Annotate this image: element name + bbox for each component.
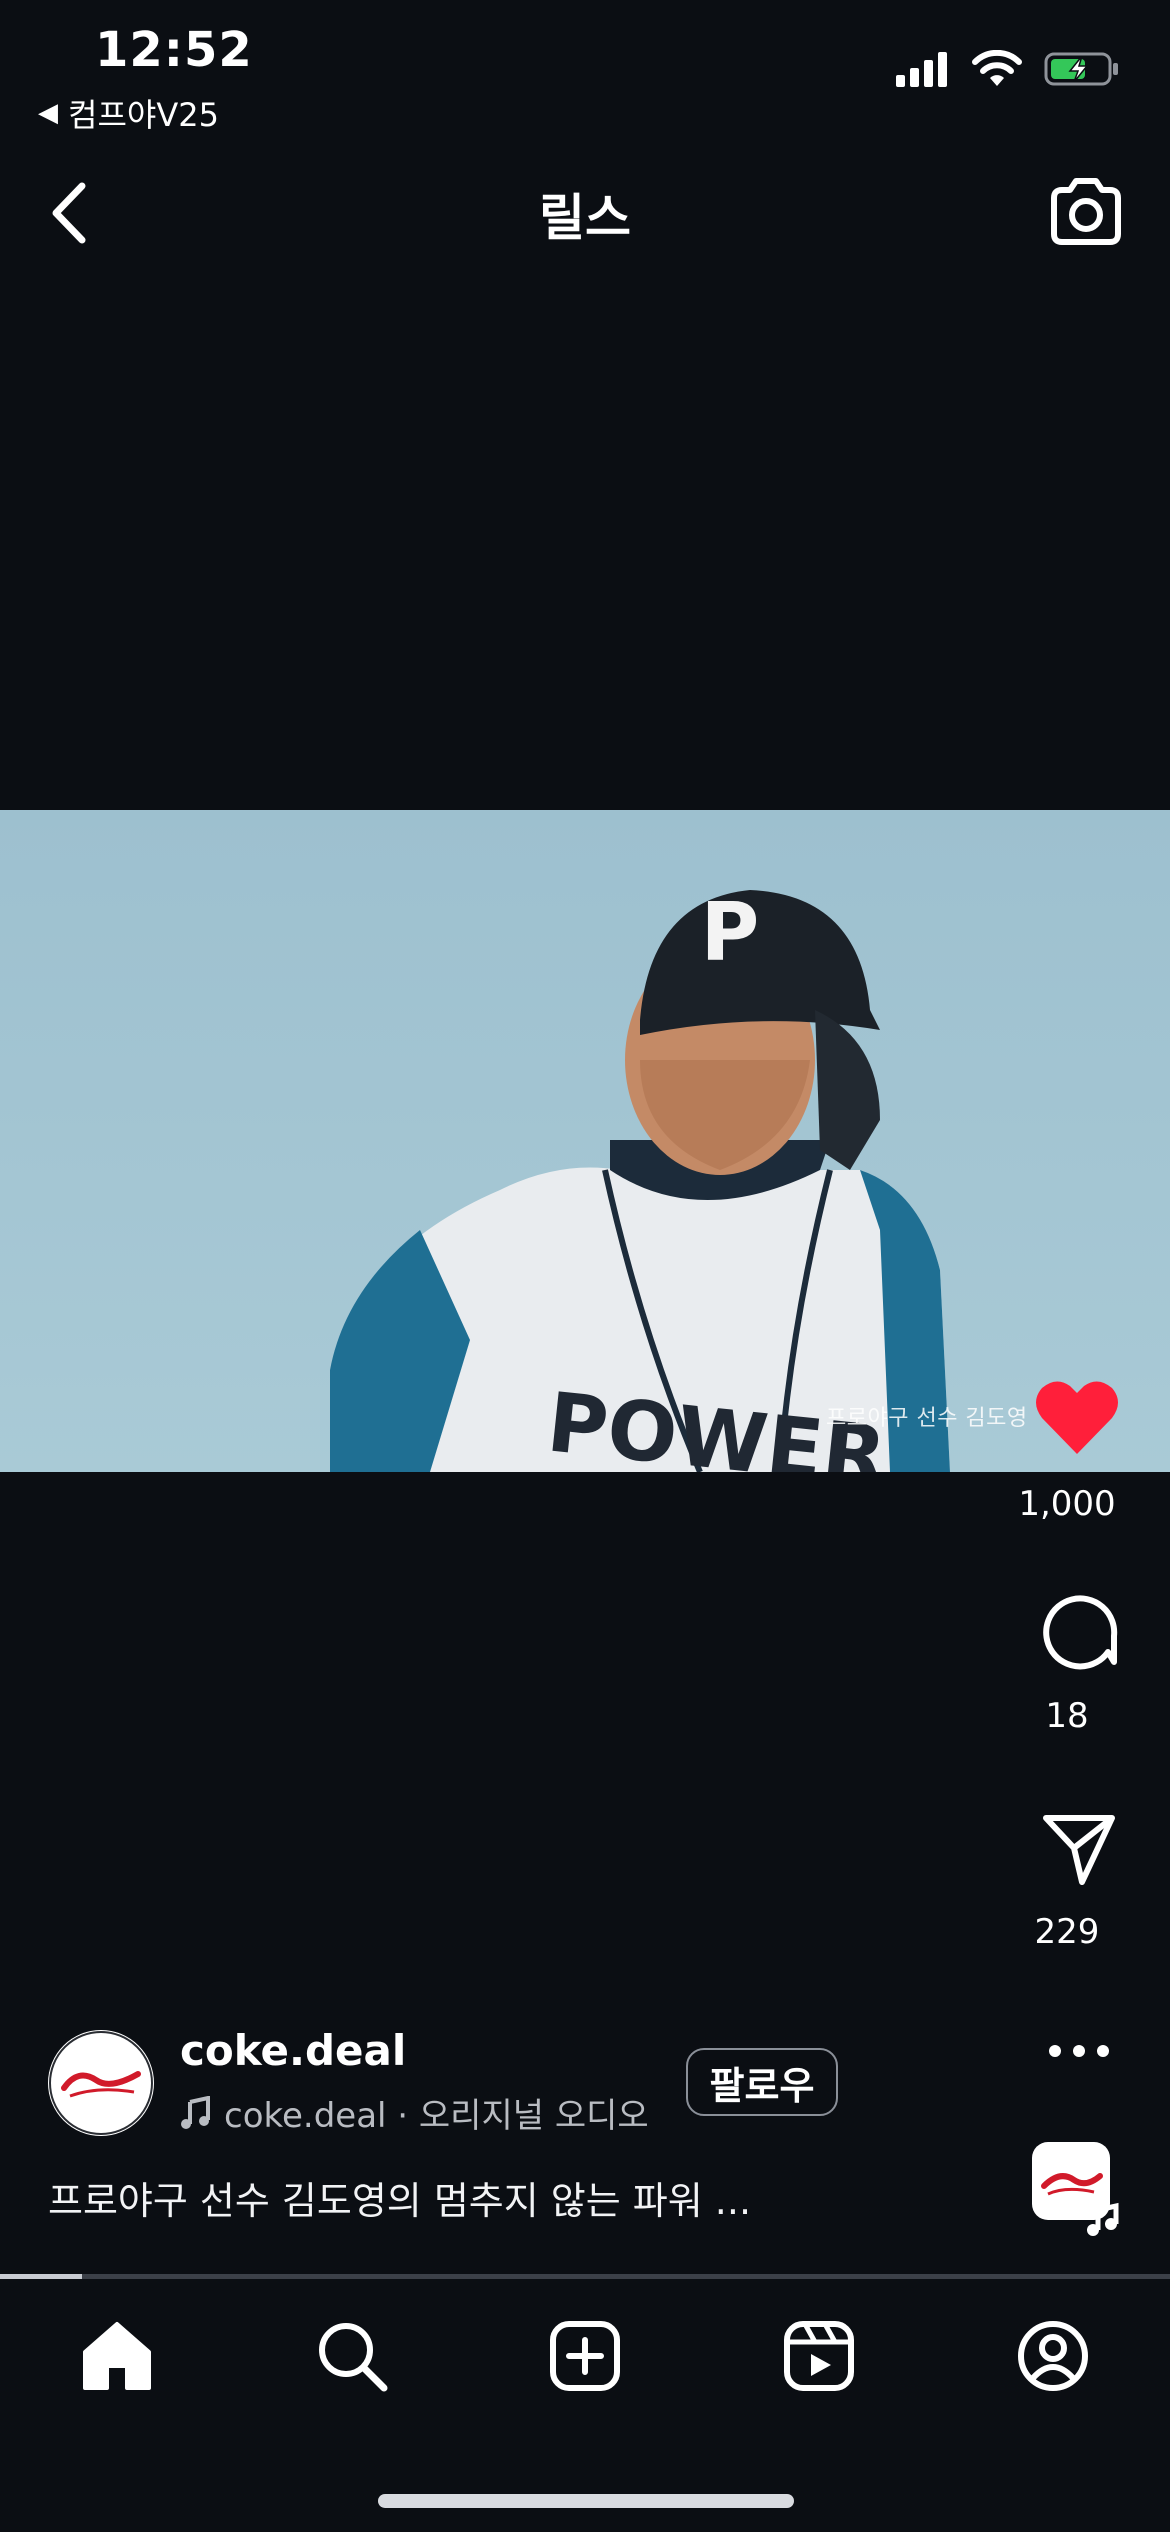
heart-filled-icon[interactable] [1034,1378,1120,1458]
reel-video[interactable]: P POWER [0,810,1170,1472]
create-post-icon[interactable] [545,2316,625,2396]
coke-logo-avatar-icon [49,2031,153,2135]
more-options-icon[interactable] [1044,2040,1114,2062]
profile-icon[interactable] [1013,2316,1093,2396]
music-note-icon [181,2095,210,2129]
comment-icon[interactable] [1040,1592,1118,1670]
follow-button[interactable]: 팔로우 [686,2048,838,2116]
signal-icon [896,52,947,87]
audio-thumbnail[interactable] [1030,2140,1126,2236]
likes-count: 1,000 [1018,1484,1116,1524]
camera-icon[interactable] [1046,172,1126,252]
back-to-app-link[interactable]: ◀ 컴프야V25 [38,90,219,136]
search-icon[interactable] [312,2316,392,2396]
coke-logo-icon [1032,2142,1119,2236]
home-indicator[interactable] [378,2494,794,2508]
reels-icon[interactable] [779,2316,859,2396]
reel-description[interactable]: 프로야구 선수 김도영의 멈추지 않는 파워 ... [48,2170,751,2225]
wifi-icon [972,50,1022,86]
helmet-letter: P [701,886,760,979]
battery-charging-icon [1044,52,1118,86]
send-icon[interactable] [1040,1810,1118,1888]
shares-count: 229 [1034,1912,1100,1952]
home-icon[interactable] [77,2316,157,2396]
audio-attribution[interactable]: coke.deal · 오리지널 오디오 [180,2088,649,2137]
back-triangle-icon: ◀ [38,98,58,128]
avatar[interactable] [48,2030,154,2136]
back-app-label: 컴프야V25 [68,96,219,134]
audio-label: coke.deal · 오리지널 오디오 [224,2096,649,2136]
username[interactable]: coke.deal [180,2026,406,2075]
comments-count: 18 [1045,1696,1089,1736]
status-time: 12:52 [95,22,253,78]
chevron-left-icon[interactable] [40,178,100,248]
video-frame: P POWER [0,810,1170,1472]
video-caption-overlay: 프로야구 선수 김도영 [826,1406,1028,1431]
page-title: 릴스 [539,189,631,247]
status-icons [896,50,1120,88]
